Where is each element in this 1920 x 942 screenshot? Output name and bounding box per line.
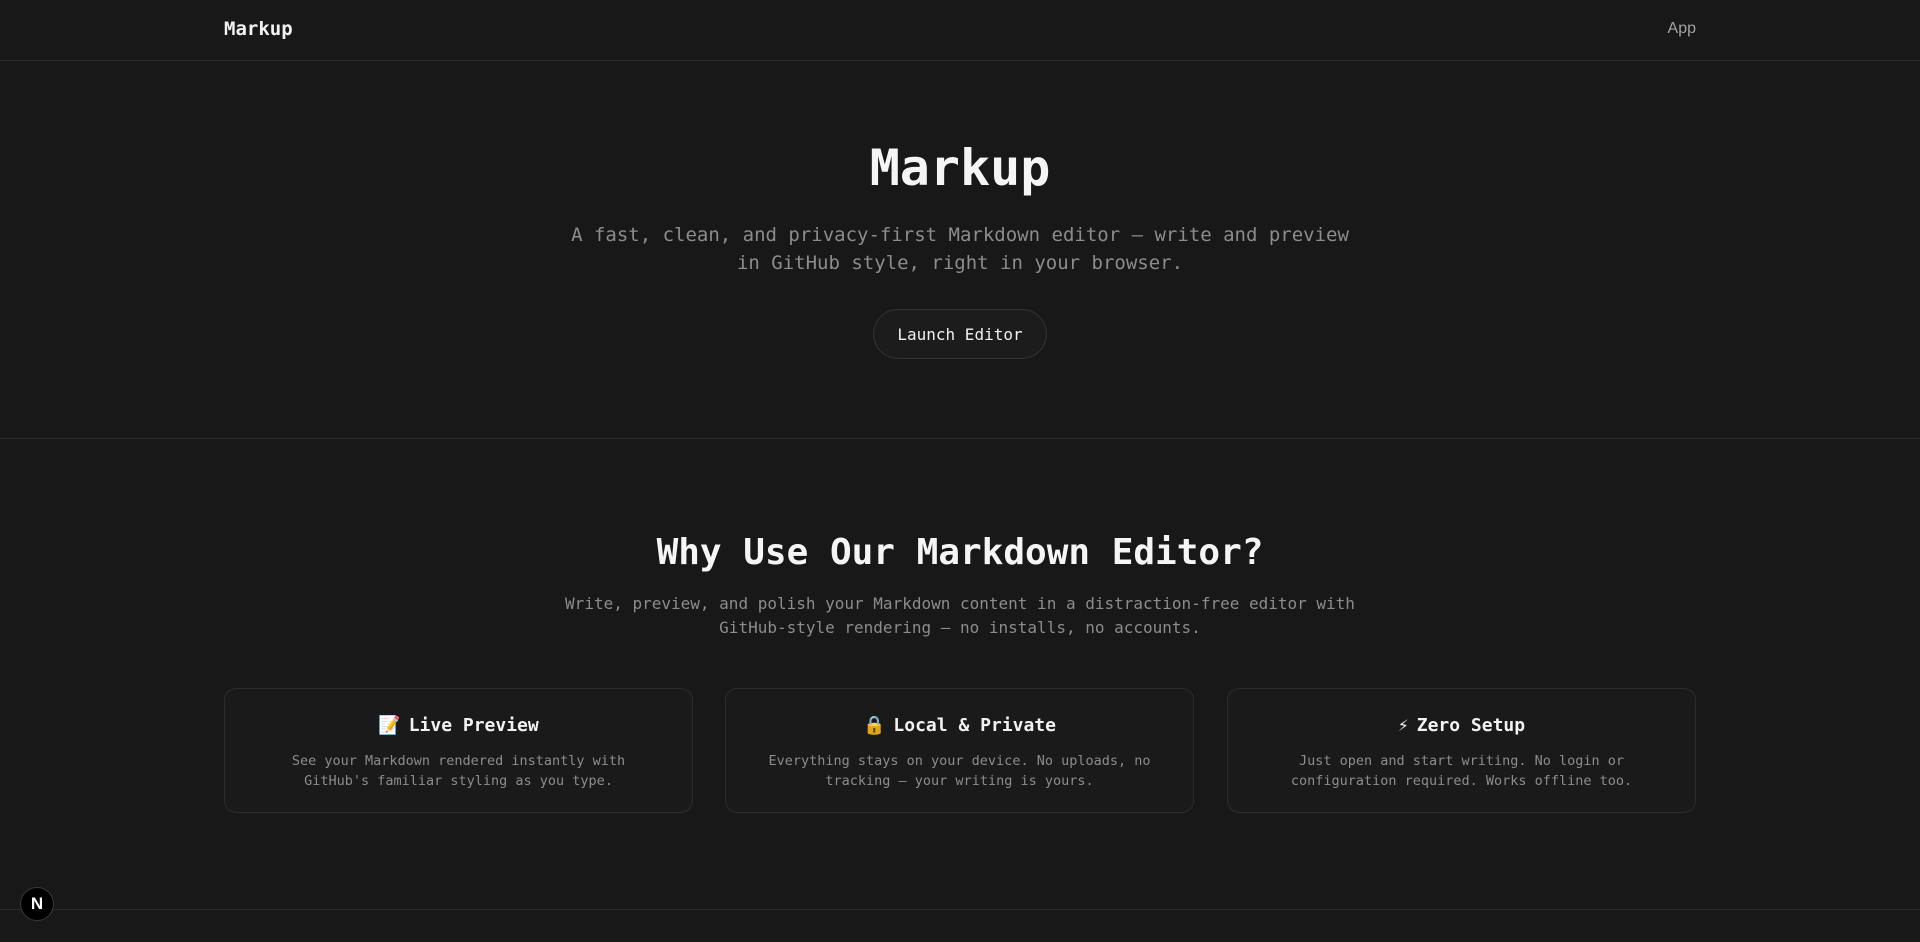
- memo-icon: 📝: [378, 715, 401, 736]
- nav-app-link[interactable]: App: [1668, 20, 1696, 38]
- feature-card-live-preview: 📝 Live Preview See your Markdown rendered…: [224, 688, 693, 813]
- features-section: Why Use Our Markdown Editor? Write, prev…: [0, 439, 1920, 910]
- hero-title: Markup: [869, 139, 1051, 197]
- features-title: Why Use Our Markdown Editor?: [656, 532, 1264, 573]
- feature-card-title: Zero Setup: [1416, 715, 1526, 736]
- feature-card-title: Local & Private: [893, 715, 1056, 736]
- hero-section: Markup A fast, clean, and privacy-first …: [0, 61, 1920, 439]
- feature-card-local-private: 🔒 Local & Private Everything stays on you…: [725, 688, 1194, 813]
- top-navigation-bar: Markup App: [0, 0, 1920, 61]
- hero-subtitle: A fast, clean, and privacy-first Markdow…: [571, 224, 1349, 274]
- feature-card-title: Live Preview: [408, 715, 539, 736]
- lock-icon: 🔒: [863, 715, 886, 736]
- feature-card-zero-setup: ⚡ Zero Setup Just open and start writing.…: [1227, 688, 1696, 813]
- launch-editor-button[interactable]: Launch Editor: [873, 309, 1047, 359]
- features-subtitle: Write, preview, and polish your Markdown…: [565, 594, 1355, 637]
- feature-card-description: See your Markdown rendered instantly wit…: [291, 753, 626, 789]
- nextjs-icon[interactable]: N: [20, 887, 54, 921]
- brand-logo-link[interactable]: Markup: [224, 18, 293, 40]
- feature-card-description: Just open and start writing. No login or…: [1290, 753, 1633, 789]
- lightning-icon: ⚡: [1397, 715, 1409, 736]
- feature-card-description: Everything stays on your device. No uplo…: [768, 753, 1151, 789]
